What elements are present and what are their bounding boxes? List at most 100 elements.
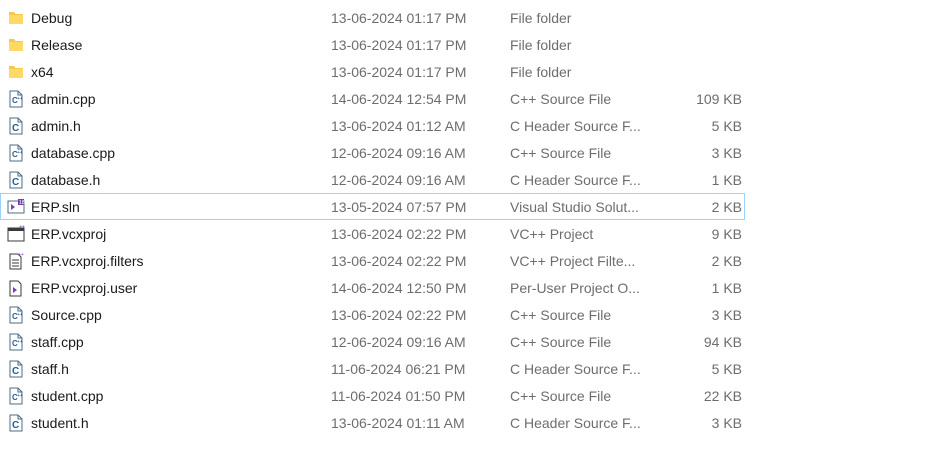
cpp-file-icon: C ++	[7, 333, 25, 351]
file-row[interactable]: ERP.vcxproj.user 14-06-2024 12:50 PM Per-U…	[0, 274, 745, 301]
file-date-modified: 13-06-2024 01:17 PM	[331, 10, 467, 26]
vcxproj-icon: ++	[7, 225, 25, 243]
vs-solution-icon: 18	[7, 198, 25, 216]
cpp-file-icon: C ++	[7, 144, 25, 162]
file-date-modified: 14-06-2024 12:50 PM	[331, 280, 467, 296]
file-row[interactable]: 18 ERP.sln 13-05-2024 07:57 PM Visual Studi…	[0, 193, 745, 220]
file-date-modified: 13-05-2024 07:57 PM	[331, 199, 467, 215]
file-row[interactable]: Cstaff.h 11-06-2024 06:21 PM C Header Sour…	[0, 355, 745, 382]
file-row[interactable]: Cstudent.h 13-06-2024 01:11 AM C Header So…	[0, 409, 745, 436]
file-row[interactable]: Release 13-06-2024 01:17 PM File folder	[0, 31, 745, 58]
file-type: File folder	[510, 37, 572, 53]
header-file-icon: C	[7, 171, 25, 189]
file-date-modified: 12-06-2024 09:16 AM	[331, 145, 466, 161]
file-date-modified: 11-06-2024 01:50 PM	[331, 388, 466, 404]
file-row[interactable]: C ++ student.cpp 11-06-2024 01:50 PM C++ Sou…	[0, 382, 745, 409]
cpp-file-icon: C ++	[7, 306, 25, 324]
file-size: 1 KB	[711, 172, 742, 188]
file-row[interactable]: x64 13-06-2024 01:17 PM File folder	[0, 58, 745, 85]
svg-text:++: ++	[17, 339, 23, 345]
file-name: database.h	[31, 172, 101, 188]
file-date-modified: 13-06-2024 02:22 PM	[331, 307, 467, 323]
file-date-modified: 12-06-2024 09:16 AM	[331, 172, 466, 188]
folder-icon	[7, 9, 25, 27]
file-type: C Header Source F...	[510, 172, 641, 188]
file-name: staff.cpp	[31, 334, 84, 350]
file-name: admin.h	[31, 118, 81, 134]
file-row[interactable]: C ++ staff.cpp 12-06-2024 09:16 AM C++ Sourc…	[0, 328, 745, 355]
file-type: C++ Source File	[510, 307, 612, 323]
file-type: Visual Studio Solut...	[510, 199, 639, 215]
file-type: C Header Source F...	[510, 118, 641, 134]
file-date-modified: 13-06-2024 02:22 PM	[331, 253, 467, 269]
file-row[interactable]: ++ ERP.vcxproj.filters 13-06-2024 02:22 PM…	[0, 247, 745, 274]
file-type: Per-User Project O...	[510, 280, 640, 296]
user-file-icon	[7, 279, 25, 297]
folder-icon	[7, 36, 25, 54]
svg-text:18: 18	[19, 200, 25, 206]
folder-icon	[7, 63, 25, 81]
file-date-modified: 13-06-2024 01:12 AM	[331, 118, 466, 134]
file-date-modified: 14-06-2024 12:54 PM	[331, 91, 467, 107]
file-name: Source.cpp	[31, 307, 102, 323]
svg-text:C: C	[12, 420, 19, 431]
file-date-modified: 13-06-2024 02:22 PM	[331, 226, 467, 242]
file-size: 3 KB	[711, 307, 742, 323]
file-name: ERP.vcxproj.user	[31, 280, 138, 296]
file-type: C++ Source File	[510, 334, 612, 350]
svg-text:++: ++	[17, 96, 23, 102]
file-type: C++ Source File	[510, 91, 612, 107]
file-date-modified: 13-06-2024 01:17 PM	[331, 37, 467, 53]
file-name: Release	[31, 37, 83, 53]
file-size: 3 KB	[711, 145, 742, 161]
file-list: Debug 13-06-2024 01:17 PM File folder Relea…	[0, 4, 941, 436]
file-date-modified: 13-06-2024 01:17 PM	[331, 64, 467, 80]
svg-text:++: ++	[17, 150, 23, 156]
file-type: File folder	[510, 10, 572, 26]
file-row[interactable]: Cadmin.h 13-06-2024 01:12 AM C Header Sour…	[0, 112, 745, 139]
file-type: VC++ Project Filte...	[510, 253, 636, 269]
svg-text:C: C	[12, 366, 19, 377]
file-date-modified: 11-06-2024 06:21 PM	[331, 361, 466, 377]
file-row[interactable]: C ++ Source.cpp 13-06-2024 02:22 PM C++ Sour…	[0, 301, 745, 328]
file-date-modified: 12-06-2024 09:16 AM	[331, 334, 466, 350]
file-size: 3 KB	[711, 415, 742, 431]
file-name: ERP.vcxproj.filters	[31, 253, 144, 269]
file-type: C Header Source F...	[510, 361, 641, 377]
file-row[interactable]: ++ ERP.vcxproj 13-06-2024 02:22 PM VC++ Pro…	[0, 220, 745, 247]
file-row[interactable]: Cdatabase.h 12-06-2024 09:16 AM C Header S…	[0, 166, 745, 193]
svg-text:C: C	[12, 177, 19, 188]
file-size: 109 KB	[696, 91, 742, 107]
file-name: Debug	[31, 10, 73, 26]
cpp-file-icon: C ++	[7, 90, 25, 108]
file-size: 94 KB	[703, 334, 742, 350]
file-name: x64	[31, 64, 54, 80]
file-row[interactable]: C ++ database.cpp 12-06-2024 09:16 AM C++ So…	[0, 139, 745, 166]
file-size: 22 KB	[703, 388, 742, 404]
file-type: C Header Source F...	[510, 415, 641, 431]
file-size: 2 KB	[711, 199, 742, 215]
file-name: ERP.sln	[31, 199, 80, 215]
file-type: C++ Source File	[510, 388, 612, 404]
svg-text:++: ++	[19, 225, 25, 230]
file-type: File folder	[510, 64, 572, 80]
svg-text:C: C	[12, 123, 19, 134]
svg-text:++: ++	[17, 312, 23, 318]
header-file-icon: C	[7, 360, 25, 378]
file-name: student.cpp	[31, 388, 104, 404]
file-name: database.cpp	[31, 145, 116, 161]
file-size: 1 KB	[711, 280, 742, 296]
file-size: 9 KB	[711, 226, 742, 242]
svg-text:++: ++	[17, 393, 23, 399]
file-type: VC++ Project	[510, 226, 594, 242]
svg-text:++: ++	[18, 252, 24, 258]
header-file-icon: C	[7, 414, 25, 432]
file-size: 5 KB	[711, 361, 742, 377]
filters-file-icon: ++	[7, 252, 25, 270]
file-row[interactable]: Debug 13-06-2024 01:17 PM File folder	[0, 4, 745, 31]
header-file-icon: C	[7, 117, 25, 135]
file-row[interactable]: C ++ admin.cpp 14-06-2024 12:54 PM C++ Sourc…	[0, 85, 745, 112]
file-size: 5 KB	[711, 118, 742, 134]
file-size: 2 KB	[711, 253, 742, 269]
cpp-file-icon: C ++	[7, 387, 25, 405]
